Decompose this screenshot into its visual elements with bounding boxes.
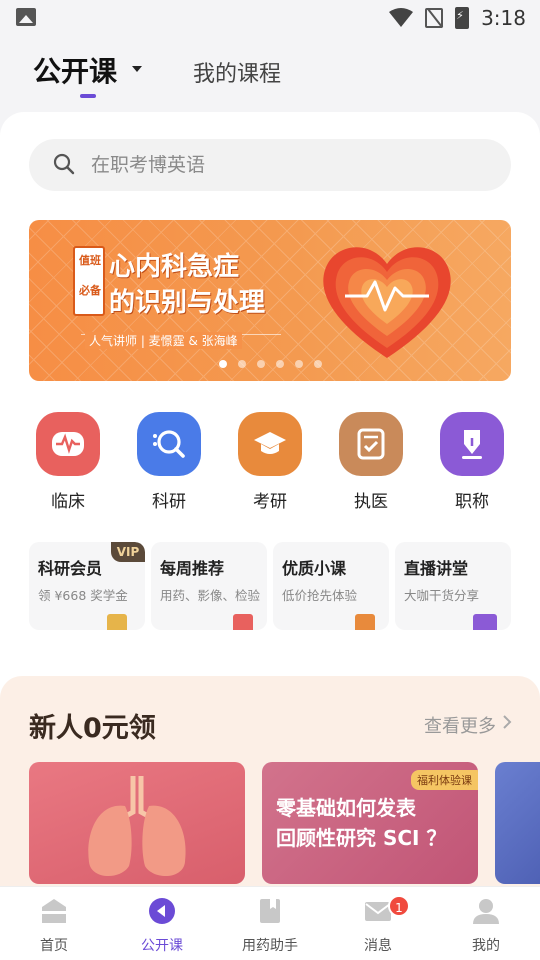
video-camera-icon xyxy=(473,614,497,630)
carousel-dot[interactable] xyxy=(314,360,322,368)
category-label: 考研 xyxy=(253,492,287,512)
card-title: 直播讲堂 xyxy=(404,559,469,578)
card-weekly[interactable]: 每周推荐 用药、影像、检验 xyxy=(151,542,267,630)
carousel-dots xyxy=(219,360,322,368)
category-label: 执医 xyxy=(354,492,388,512)
course-card-lungs[interactable] xyxy=(29,762,245,884)
carousel-dot[interactable] xyxy=(295,360,303,368)
heart-icon xyxy=(323,247,451,358)
tab-open-courses[interactable]: 公开课 xyxy=(33,50,117,90)
category-postgrad[interactable]: 考研 xyxy=(220,412,320,512)
view-more-link[interactable]: 查看更多 xyxy=(424,712,510,738)
person-icon xyxy=(473,899,499,924)
banner-badge: 值班 必备 xyxy=(73,246,105,316)
nav-messages[interactable]: 1 消息 xyxy=(324,887,432,960)
category-license[interactable]: 执医 xyxy=(321,412,421,512)
status-icons: 3:18 xyxy=(389,6,526,30)
category-row: 临床 科研 考研 执医 职称 xyxy=(0,412,540,522)
play-circle-icon xyxy=(149,898,175,924)
card-subtitle: 用药、影像、检验 xyxy=(160,588,261,603)
card-live[interactable]: 直播讲堂 大咖干货分享 xyxy=(395,542,511,630)
category-clinical[interactable]: 临床 xyxy=(18,412,118,512)
medkit-icon xyxy=(233,614,253,630)
clock: 3:18 xyxy=(481,6,526,30)
card-subtitle: 大咖干货分享 xyxy=(404,588,480,603)
clipboard-check-icon xyxy=(339,412,403,476)
course-card-partial[interactable] xyxy=(495,762,540,884)
category-research[interactable]: 科研 xyxy=(119,412,219,512)
nav-home[interactable]: 首页 xyxy=(0,887,108,960)
card-subtitle: 低价抢先体验 xyxy=(282,588,358,603)
lungs-icon xyxy=(88,776,186,877)
no-sim-icon xyxy=(425,8,444,28)
promo-banner[interactable]: 值班 必备 心内科急症 的识别与处理 人气讲师 | 麦憬霆 & 张海峰 xyxy=(29,220,511,381)
heart-monitor-icon xyxy=(36,412,100,476)
carousel-dot[interactable] xyxy=(276,360,284,368)
badge-line2: 必备 xyxy=(79,284,101,297)
search-bar[interactable] xyxy=(29,139,511,191)
category-label: 临床 xyxy=(51,492,85,512)
tab-my-courses[interactable]: 我的课程 xyxy=(193,56,281,88)
search-input[interactable] xyxy=(91,139,491,191)
card-title: 科研会员 xyxy=(38,559,103,578)
active-tab-indicator xyxy=(80,94,96,98)
nav-open-courses[interactable]: 公开课 xyxy=(108,887,216,960)
bottom-nav: 首页 公开课 用药助手 1 消息 我的 xyxy=(0,886,540,960)
nav-profile[interactable]: 我的 xyxy=(432,887,540,960)
magnifier-icon xyxy=(137,412,201,476)
trial-course-tag: 福利体验课 xyxy=(411,770,478,790)
carousel-dot[interactable] xyxy=(219,360,227,368)
main-content: 值班 必备 心内科急症 的识别与处理 人气讲师 | 麦憬霆 & 张海峰 xyxy=(0,112,540,916)
nav-label: 首页 xyxy=(40,938,68,954)
graduation-cap-icon xyxy=(238,412,302,476)
view-more-label: 查看更多 xyxy=(424,716,496,737)
battery-charging-icon xyxy=(455,7,470,29)
nav-label: 公开课 xyxy=(141,938,183,954)
carousel-dot[interactable] xyxy=(238,360,246,368)
nav-drug-assistant[interactable]: 用药助手 xyxy=(216,887,324,960)
banner-title-line1: 心内科急症 xyxy=(109,252,240,282)
card-mini-course[interactable]: 优质小课 低价抢先体验 xyxy=(273,542,389,630)
notebook-icon xyxy=(355,614,375,630)
wifi-icon xyxy=(389,8,414,27)
crown-icon xyxy=(107,614,127,630)
home-icon xyxy=(42,899,66,923)
badge-line1: 值班 xyxy=(79,254,101,267)
book-icon xyxy=(260,899,280,923)
banner-title-line2: 的识别与处理 xyxy=(109,288,266,318)
card-subtitle: 领 ¥668 奖学金 xyxy=(38,588,128,603)
image-icon xyxy=(16,8,36,26)
category-label: 科研 xyxy=(152,492,186,512)
status-bar: 3:18 xyxy=(0,0,540,36)
category-label: 职称 xyxy=(455,492,489,512)
search-icon xyxy=(53,153,75,175)
banner-subtitle: 人气讲师 | 麦憬霆 & 张海峰 xyxy=(85,332,242,349)
course-card-sci[interactable]: 福利体验课 零基础如何发表 回顾性研究 SCI ？ xyxy=(262,762,478,884)
feature-cards: 科研会员 VIP 领 ¥668 奖学金 每周推荐 用药、影像、检验 优质小课 低… xyxy=(0,542,540,632)
card-title: 每周推荐 xyxy=(160,559,225,578)
newcomer-section: 新人0元领 查看更多 福利体验课 零基础如何发表 回顾性研究 SCI ？ xyxy=(0,676,540,916)
category-title[interactable]: 职称 xyxy=(422,412,522,512)
card-research-vip[interactable]: 科研会员 VIP 领 ¥668 奖学金 xyxy=(29,542,145,630)
chevron-down-icon[interactable] xyxy=(132,66,142,72)
course-title-line2: 回顾性研究 SCI ？ xyxy=(276,826,447,850)
vip-badge: VIP xyxy=(111,542,145,562)
nav-label: 用药助手 xyxy=(242,938,298,954)
course-title-line1: 零基础如何发表 xyxy=(276,796,416,820)
top-tabs: 公开课 我的课程 xyxy=(0,36,540,114)
card-title: 优质小课 xyxy=(282,559,347,578)
carousel-dot[interactable] xyxy=(257,360,265,368)
section-title: 新人0元领 xyxy=(29,713,156,744)
chevron-right-icon[interactable] xyxy=(502,714,512,730)
pen-nib-icon xyxy=(440,412,504,476)
nav-label: 消息 xyxy=(364,938,392,954)
unread-badge: 1 xyxy=(388,895,410,917)
nav-label: 我的 xyxy=(472,938,500,954)
